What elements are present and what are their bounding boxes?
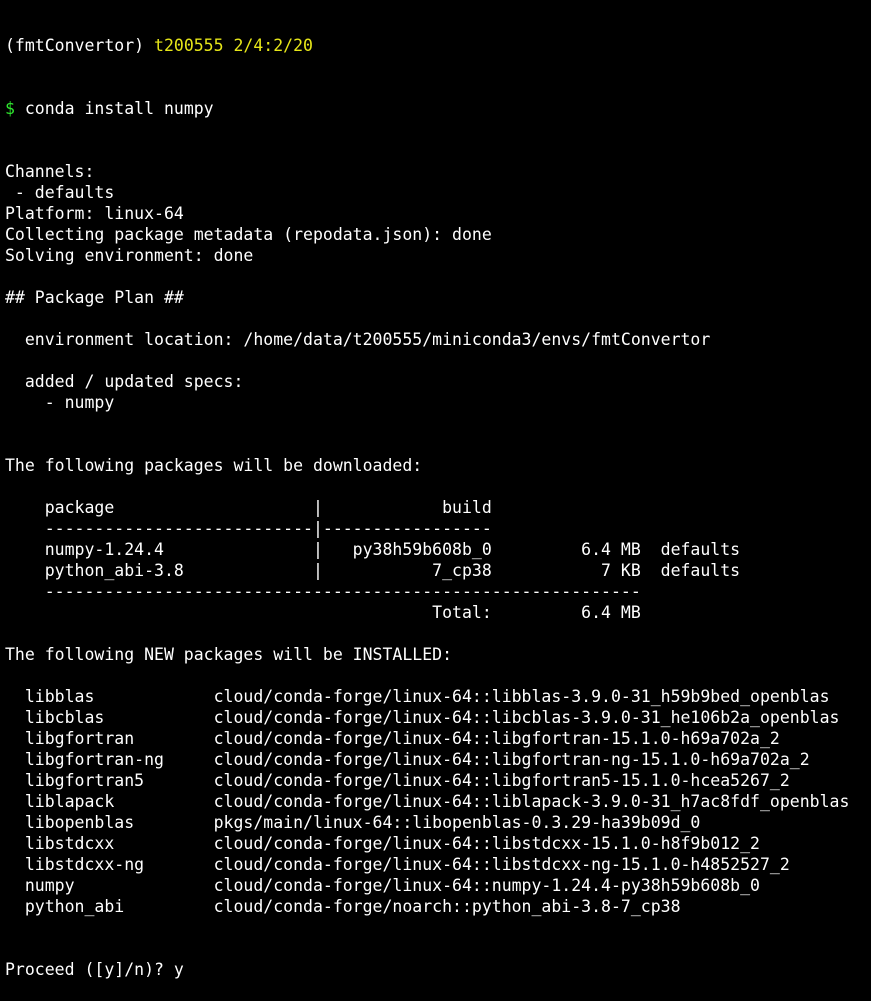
prompt-cwd: 2/4:2/20	[233, 36, 313, 55]
output-line: libgfortran-ng cloud/conda-forge/linux-6…	[5, 750, 810, 769]
output-line: Platform: linux-64	[5, 204, 184, 223]
command-text: conda install numpy	[24, 99, 214, 118]
prompt-user-host: t200555	[154, 36, 224, 55]
output-line: Channels:	[5, 162, 95, 181]
output-line: libcblas cloud/conda-forge/linux-64::lib…	[5, 708, 840, 727]
output-line: libgfortran cloud/conda-forge/linux-64::…	[5, 729, 780, 748]
output-line: ---------------------------|------------…	[5, 519, 492, 538]
prior-prompt-line: (fmtConvertor) t200555 2/4:2/20	[5, 35, 869, 56]
output-line: libgfortran5 cloud/conda-forge/linux-64:…	[5, 771, 790, 790]
command-line: $ conda install numpy	[5, 98, 869, 119]
output-line: ----------------------------------------…	[5, 582, 641, 601]
output-line: Collecting package metadata (repodata.js…	[5, 225, 492, 244]
terminal-output: Channels: - defaults Platform: linux-64 Co…	[5, 161, 869, 980]
prompt-env: (fmtConvertor)	[5, 36, 145, 55]
output-line: - defaults	[5, 183, 115, 202]
output-line: package | build	[5, 498, 492, 517]
output-line: numpy-1.24.4 | py38h59b608b_0 6.4 MB def…	[5, 540, 741, 559]
terminal-window[interactable]: (fmtConvertor) t200555 2/4:2/20 $ conda …	[5, 0, 869, 1001]
output-line: liblapack cloud/conda-forge/linux-64::li…	[5, 792, 850, 811]
output-line: libstdcxx cloud/conda-forge/linux-64::li…	[5, 834, 760, 853]
output-line: numpy cloud/conda-forge/linux-64::numpy-…	[5, 876, 760, 895]
output-line: Solving environment: done	[5, 246, 254, 265]
output-line: The following NEW packages will be INSTA…	[5, 645, 453, 664]
output-line: libopenblas pkgs/main/linux-64::libopenb…	[5, 813, 701, 832]
output-line: Total: 6.4 MB	[5, 603, 641, 622]
output-line: libblas cloud/conda-forge/linux-64::libb…	[5, 687, 830, 706]
output-line: The following packages will be downloade…	[5, 456, 423, 475]
output-line: python_abi cloud/conda-forge/noarch::pyt…	[5, 897, 681, 916]
output-line: environment location: /home/data/t200555…	[5, 330, 711, 349]
output-line: python_abi-3.8 | 7_cp38 7 KB defaults	[5, 561, 741, 580]
prompt-symbol: $	[5, 99, 15, 118]
proceed-prompt-line: Proceed ([y]/n)? y	[5, 960, 184, 979]
output-line: - numpy	[5, 393, 115, 412]
output-line: ## Package Plan ##	[5, 288, 184, 307]
output-line: added / updated specs:	[5, 372, 244, 391]
output-line: libstdcxx-ng cloud/conda-forge/linux-64:…	[5, 855, 790, 874]
